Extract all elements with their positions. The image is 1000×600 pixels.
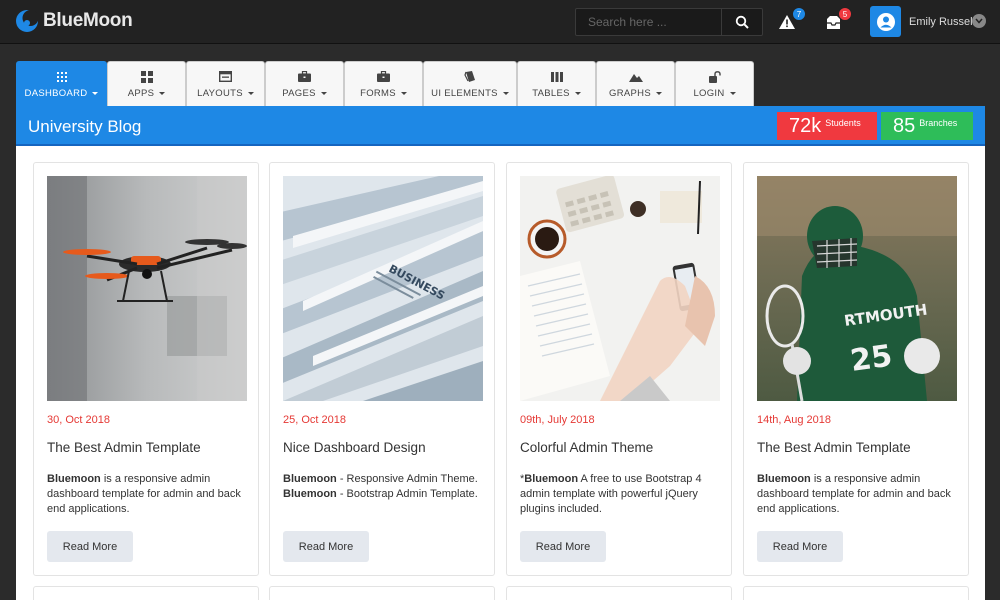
tab-label: GRAPHS: [609, 87, 651, 99]
tab-graphs[interactable]: GRAPHS: [596, 61, 675, 106]
main-content: University Blog 72k Students 85 Branches: [16, 106, 985, 600]
students-stat[interactable]: 72k Students: [777, 112, 877, 140]
messages-button[interactable]: 5: [823, 7, 852, 32]
grid-dots-icon: [56, 71, 67, 82]
post-description: Bluemoon is a responsive admin dashboard…: [757, 473, 951, 515]
tab-forms[interactable]: FORMS: [344, 61, 423, 106]
post-title[interactable]: The Best Admin Template: [47, 440, 201, 455]
caret-down-icon: [574, 91, 581, 95]
unlock-icon: [708, 70, 721, 83]
read-more-button[interactable]: Read More: [47, 531, 133, 562]
tab-label: PAGES: [282, 87, 316, 99]
post-description: Bluemoon is a responsive admin dashboard…: [47, 473, 241, 515]
read-more-button[interactable]: Read More: [757, 531, 843, 562]
mountain-icon: [628, 73, 643, 82]
students-label: Students: [825, 118, 861, 128]
brand-name: BlueMoon: [43, 10, 133, 31]
alerts-button[interactable]: 7: [777, 7, 806, 32]
search-box: [575, 8, 763, 36]
tab-layouts[interactable]: LAYOUTS: [186, 61, 265, 106]
caret-down-icon: [320, 91, 327, 95]
blog-card-partial: [269, 586, 495, 600]
top-bar: BlueMoon 7 5 Emily Russell: [0, 0, 1000, 44]
blog-card: BUSINESS 25, Oct 2018 Nice Dashboard Des…: [269, 162, 495, 576]
search-icon: [735, 15, 749, 29]
post-date: 25, Oct 2018: [283, 414, 346, 426]
students-count: 72k: [789, 115, 822, 137]
blog-card-partial: [33, 586, 259, 600]
desk-phone-photo[interactable]: [520, 176, 720, 401]
post-title[interactable]: The Best Admin Template: [757, 440, 911, 455]
tab-dashboard[interactable]: DASHBOARD: [16, 61, 107, 106]
paint-icon: [464, 70, 475, 82]
briefcase-icon: [377, 71, 390, 82]
lacrosse-player-photo[interactable]: RTMOUTH 25: [757, 176, 957, 401]
caret-down-icon: [247, 91, 254, 95]
briefcase-icon: [298, 71, 311, 82]
main-nav: DASHBOARD APPS LAYOUTS PAGES FORMS UI EL…: [16, 61, 754, 106]
post-date: 09th, July 2018: [520, 414, 595, 426]
logo[interactable]: BlueMoon: [14, 8, 133, 34]
caret-down-icon: [159, 91, 166, 95]
blog-card: 09th, July 2018 Colorful Admin Theme *Bl…: [506, 162, 732, 576]
tab-ui-elements[interactable]: UI ELEMENTS: [423, 61, 517, 106]
post-title[interactable]: Nice Dashboard Design: [283, 440, 426, 455]
tab-label: APPS: [127, 87, 155, 99]
blog-card: 30, Oct 2018 The Best Admin Template Blu…: [33, 162, 259, 576]
chevron-down-icon: [975, 18, 983, 24]
tab-label: LAYOUTS: [197, 87, 243, 99]
page-header: University Blog 72k Students 85 Branches: [16, 106, 985, 146]
blog-card: RTMOUTH 25 14th, Aug 2018 The Best Admin…: [743, 162, 969, 576]
read-more-button[interactable]: Read More: [283, 531, 369, 562]
caret-down-icon: [655, 91, 662, 95]
tab-apps[interactable]: APPS: [107, 61, 186, 106]
caret-down-icon: [400, 91, 407, 95]
svg-text:25: 25: [848, 338, 894, 378]
post-date: 14th, Aug 2018: [757, 414, 832, 426]
tab-label: UI ELEMENTS: [431, 87, 498, 99]
tab-label: FORMS: [360, 87, 396, 99]
post-description: *Bluemoon A free to use Bootstrap 4 admi…: [520, 473, 702, 515]
blog-card-partial: [506, 586, 732, 600]
messages-count-badge: 5: [838, 7, 852, 21]
caret-down-icon: [729, 91, 736, 95]
tab-label: DASHBOARD: [24, 87, 88, 99]
user-icon: [876, 12, 895, 31]
columns-icon: [550, 71, 563, 82]
branches-count: 85: [893, 115, 916, 137]
moon-logo-icon: [16, 10, 39, 32]
tab-tables[interactable]: TABLES: [517, 61, 596, 106]
post-description: Bluemoon - Responsive Admin Theme. Bluemo…: [283, 473, 478, 500]
newspapers-photo[interactable]: BUSINESS: [283, 176, 483, 401]
search-button[interactable]: [721, 9, 762, 35]
post-title[interactable]: Colorful Admin Theme: [520, 440, 653, 455]
caret-down-icon: [502, 91, 509, 95]
blog-card-partial: [743, 586, 969, 600]
branches-label: Branches: [919, 118, 958, 128]
tab-label: LOGIN: [693, 87, 725, 99]
read-more-button[interactable]: Read More: [520, 531, 606, 562]
page-title: University Blog: [28, 117, 142, 136]
tab-pages[interactable]: PAGES: [265, 61, 344, 106]
tab-label: TABLES: [532, 87, 570, 99]
user-menu-toggle[interactable]: [972, 14, 986, 28]
drone-photo[interactable]: [47, 176, 247, 401]
branches-stat[interactable]: 85 Branches: [881, 112, 973, 140]
post-date: 30, Oct 2018: [47, 414, 110, 426]
caret-down-icon: [92, 91, 99, 95]
tab-login[interactable]: LOGIN: [675, 61, 754, 106]
apps-grid-icon: [140, 70, 153, 83]
user-name[interactable]: Emily Russell: [909, 16, 975, 28]
search-input[interactable]: [576, 9, 721, 35]
alerts-count-badge: 7: [792, 7, 806, 21]
avatar[interactable]: [870, 6, 901, 37]
window-icon: [219, 71, 232, 82]
